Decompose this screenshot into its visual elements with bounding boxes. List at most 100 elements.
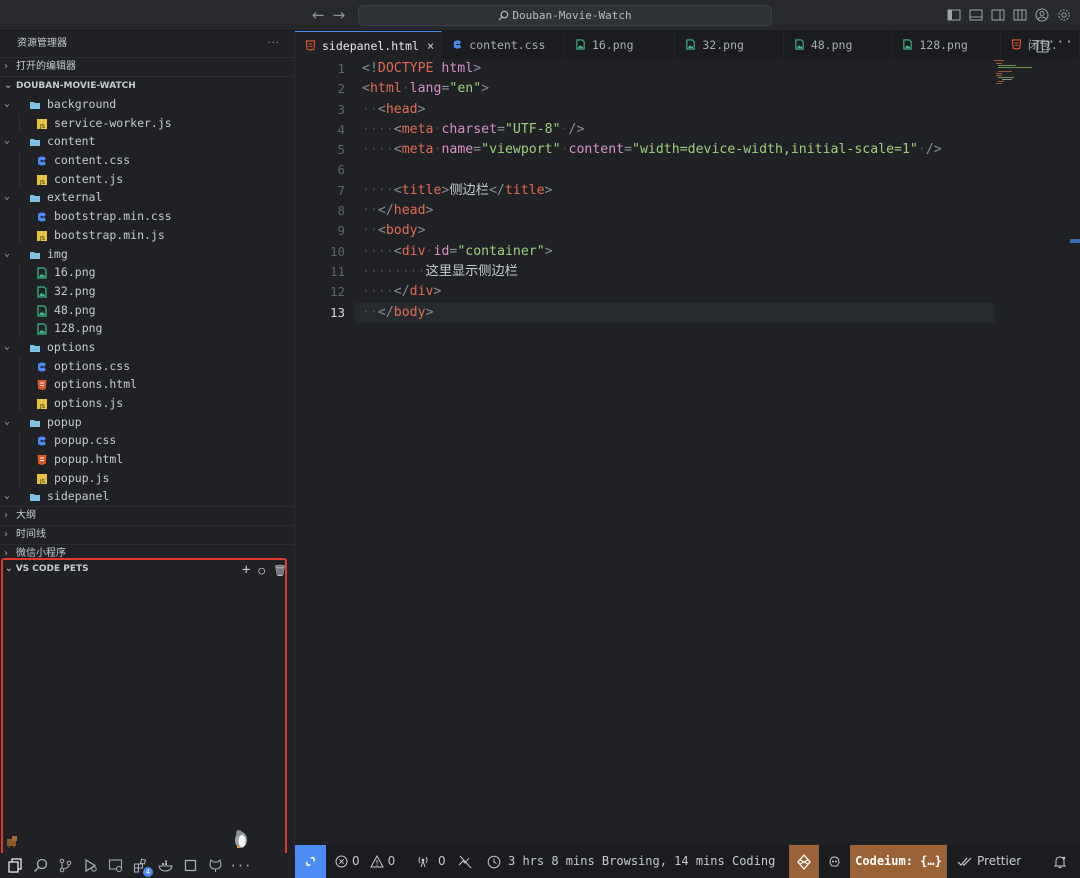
svg-text:JS: JS	[39, 180, 46, 186]
notifications-bell-icon[interactable]	[1053, 845, 1067, 878]
close-icon[interactable]: ×	[427, 39, 434, 53]
chevron-down-icon: ⌄	[4, 98, 11, 109]
chevron-down-icon: ⌄	[4, 340, 11, 352]
customize-layout-icon[interactable]	[1012, 7, 1028, 23]
image-file-icon	[36, 322, 48, 335]
error-icon	[335, 855, 348, 868]
pet-penguin-icon[interactable]	[233, 828, 249, 848]
project-section[interactable]: ⌄ DOUBAN-MOVIE-WATCH	[0, 77, 294, 95]
css-file-icon	[36, 154, 48, 166]
editor-more-icon[interactable]: ···	[1048, 35, 1074, 50]
wakatime-status[interactable]: 3 hrs 8 mins Browsing, 14 mins Coding	[487, 845, 775, 878]
indent-guide	[19, 263, 20, 339]
account-icon[interactable]	[1034, 7, 1050, 23]
file-bootstrap-min-css[interactable]: bootstrap.min.css	[0, 207, 294, 226]
search-icon[interactable]	[31, 856, 50, 875]
file-service-worker-js[interactable]: JS service-worker.js	[0, 114, 294, 133]
tab-content-css[interactable]: content.css	[442, 31, 565, 59]
file-48-png[interactable]: 48.png	[0, 301, 294, 320]
code-content[interactable]: <!DOCTYPE html> <html·lang="en"> ··<head…	[362, 59, 942, 323]
folder-options[interactable]: ⌄ options	[0, 338, 294, 357]
code-line: <!DOCTYPE html>	[362, 61, 482, 76]
line-number: 13	[329, 304, 345, 320]
remote-explorer-icon[interactable]	[106, 856, 125, 875]
code-line: <html·lang="en">	[362, 81, 490, 97]
css-file-icon	[452, 38, 469, 52]
file-content-css[interactable]: content.css	[0, 151, 294, 170]
explorer-more-icon[interactable]: ···	[267, 31, 280, 57]
throw-ball-icon[interactable]: ○	[258, 564, 265, 578]
file-options-css[interactable]: options.css	[0, 357, 294, 376]
minimap[interactable]	[992, 59, 1032, 89]
tree-item-label: img	[47, 246, 68, 261]
toggle-panel-icon[interactable]	[968, 7, 984, 23]
image-file-icon	[36, 285, 48, 298]
copilot-icon[interactable]	[827, 845, 842, 878]
arrow-left-icon[interactable]: ←	[312, 6, 333, 24]
activity-bar: 4 ···	[0, 853, 300, 878]
explorer-icon[interactable]	[6, 856, 25, 875]
arrow-right-icon[interactable]: →	[333, 6, 354, 24]
file-content-js[interactable]: JS content.js	[0, 170, 294, 189]
file-bootstrap-min-js[interactable]: JS bootstrap.min.js	[0, 226, 294, 245]
tab-label: sidepanel.html	[322, 39, 419, 53]
more-icon[interactable]: ···	[230, 856, 252, 875]
extensions-icon[interactable]: 4	[131, 856, 153, 877]
tab-16-png[interactable]: 16.png	[565, 31, 676, 59]
folder-icon	[29, 416, 41, 428]
remove-pet-icon[interactable]: 🗑	[273, 564, 287, 578]
js-file-icon: JS	[36, 117, 48, 130]
tab-32-png[interactable]: 32.png	[675, 31, 784, 59]
toggle-primary-sidebar-icon[interactable]	[946, 7, 962, 23]
folder-content[interactable]: ⌄ content	[0, 132, 294, 151]
vscode-pets-panel[interactable]: ⌄ VS CODE PETS + ○ 🗑	[1, 558, 287, 856]
section-0[interactable]: › 大纲	[0, 506, 294, 525]
no-tasks-icon[interactable]	[457, 845, 473, 878]
github-icon[interactable]	[206, 856, 225, 875]
pets-header[interactable]: ⌄ VS CODE PETS	[5, 564, 89, 574]
file-32-png[interactable]: 32.png	[0, 282, 294, 301]
layout-controls	[946, 7, 1072, 23]
wakatime-text: 3 hrs 8 mins Browsing, 14 mins Coding	[508, 854, 776, 868]
file-16-png[interactable]: 16.png	[0, 263, 294, 282]
remote-indicator-icon[interactable]	[295, 845, 326, 878]
file-popup-js[interactable]: JS popup.js	[0, 469, 294, 488]
kite-icon[interactable]	[789, 845, 819, 878]
pet-dog-icon[interactable]	[6, 834, 18, 848]
css-file-icon	[36, 360, 48, 372]
problems-status[interactable]: 0 0	[335, 845, 395, 878]
file-128-png[interactable]: 128.png	[0, 319, 294, 338]
source-control-icon[interactable]	[56, 856, 75, 875]
folder-img[interactable]: ⌄ img	[0, 245, 294, 264]
codeium-status[interactable]: Codeium: {…}	[850, 845, 947, 878]
tab-128-png[interactable]: 128.png	[892, 31, 1001, 59]
command-center-search[interactable]: Douban-Movie-Watch	[358, 5, 772, 26]
js-file-icon: JS	[36, 229, 48, 242]
file-options-html[interactable]: options.html	[0, 375, 294, 394]
tab-sidepanel-html[interactable]: sidepanel.html ×	[295, 31, 443, 60]
file-popup-html[interactable]: popup.html	[0, 450, 294, 469]
section-1[interactable]: › 时间线	[0, 525, 294, 544]
tab-48-png[interactable]: 48.png	[784, 31, 893, 59]
run-debug-icon[interactable]	[81, 856, 100, 875]
code-line: ········这里显示侧边栏	[362, 263, 518, 279]
stop-icon[interactable]	[181, 856, 200, 875]
code-editor[interactable]: 1 2 3 4 5 6 7 8 9 10 11 12 13 <!DOCTYPE html> <html·…	[295, 59, 1080, 853]
toggle-secondary-sidebar-icon[interactable]	[990, 7, 1006, 23]
line-number: 6	[337, 162, 345, 178]
folder-sidepanel[interactable]: ⌄ sidepanel	[0, 487, 294, 506]
open-editors-section[interactable]: › 打开的编辑器	[0, 57, 294, 77]
file-options-js[interactable]: JS options.js	[0, 394, 294, 413]
ports-status[interactable]: 0	[416, 845, 446, 878]
add-pet-icon[interactable]: +	[242, 562, 250, 578]
code-line: ····</div>	[362, 284, 442, 300]
file-popup-css[interactable]: popup.css	[0, 431, 294, 450]
tree-item-label: 16.png	[54, 265, 96, 280]
folder-external[interactable]: ⌄ external	[0, 188, 294, 207]
settings-gear-icon[interactable]	[1056, 7, 1072, 23]
folder-popup[interactable]: ⌄ popup	[0, 413, 294, 432]
prettier-status[interactable]: Prettier	[957, 845, 1021, 878]
folder-background[interactable]: ⌄ background	[0, 95, 294, 114]
docker-icon[interactable]	[156, 856, 175, 875]
chevron-down-icon: ⌄	[4, 247, 11, 259]
